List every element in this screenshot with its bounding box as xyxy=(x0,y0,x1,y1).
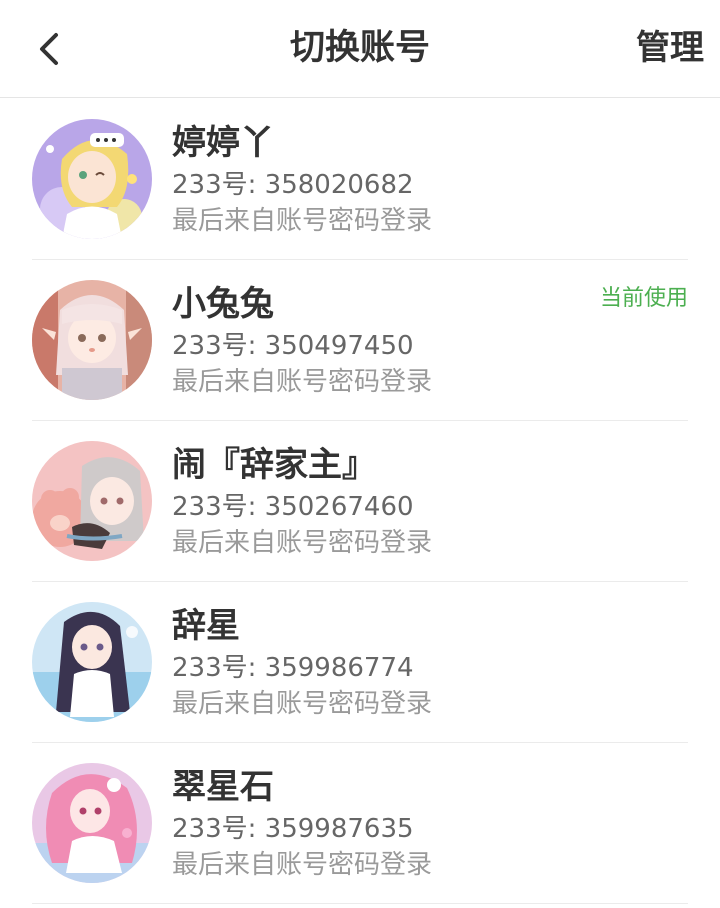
account-item[interactable]: 婷婷丫 233号: 358020682 最后来自账号密码登录 xyxy=(32,99,688,260)
account-item[interactable]: 闹『辞家主』 233号: 350267460 最后来自账号密码登录 xyxy=(32,421,688,582)
avatar xyxy=(32,441,152,561)
top-bar: 切换账号 管理 xyxy=(0,0,720,98)
account-name: 婷婷丫 xyxy=(172,123,274,163)
page-title: 切换账号 xyxy=(289,28,430,68)
login-method: 最后来自账号密码登录 xyxy=(172,367,433,397)
avatar xyxy=(32,763,152,883)
account-item[interactable]: 辞星 233号: 359986774 最后来自账号密码登录 xyxy=(32,582,688,743)
account-id: 233号: 350497450 xyxy=(172,331,414,361)
avatar xyxy=(32,602,152,722)
avatar xyxy=(32,119,152,239)
account-name: 翠星石 xyxy=(172,767,274,807)
account-id: 233号: 358020682 xyxy=(172,170,414,200)
current-account-badge: 当前使用 xyxy=(599,286,688,311)
account-name: 辞星 xyxy=(172,606,240,646)
account-id: 233号: 350267460 xyxy=(172,492,414,522)
avatar xyxy=(32,280,152,400)
account-list: 婷婷丫 233号: 358020682 最后来自账号密码登录 小兔兔 当前使用 … xyxy=(0,99,720,904)
account-name: 小兔兔 xyxy=(172,284,274,324)
login-method: 最后来自账号密码登录 xyxy=(172,206,433,236)
account-item[interactable]: 小兔兔 当前使用 233号: 350497450 最后来自账号密码登录 xyxy=(32,260,688,421)
account-item[interactable]: 翠星石 233号: 359987635 最后来自账号密码登录 xyxy=(32,743,688,904)
account-id: 233号: 359986774 xyxy=(172,653,414,683)
account-name: 闹『辞家主』 xyxy=(172,445,376,485)
login-method: 最后来自账号密码登录 xyxy=(172,528,433,558)
login-method: 最后来自账号密码登录 xyxy=(172,850,433,880)
manage-button[interactable]: 管理 xyxy=(636,22,704,74)
login-method: 最后来自账号密码登录 xyxy=(172,689,433,719)
account-id: 233号: 359987635 xyxy=(172,814,414,844)
